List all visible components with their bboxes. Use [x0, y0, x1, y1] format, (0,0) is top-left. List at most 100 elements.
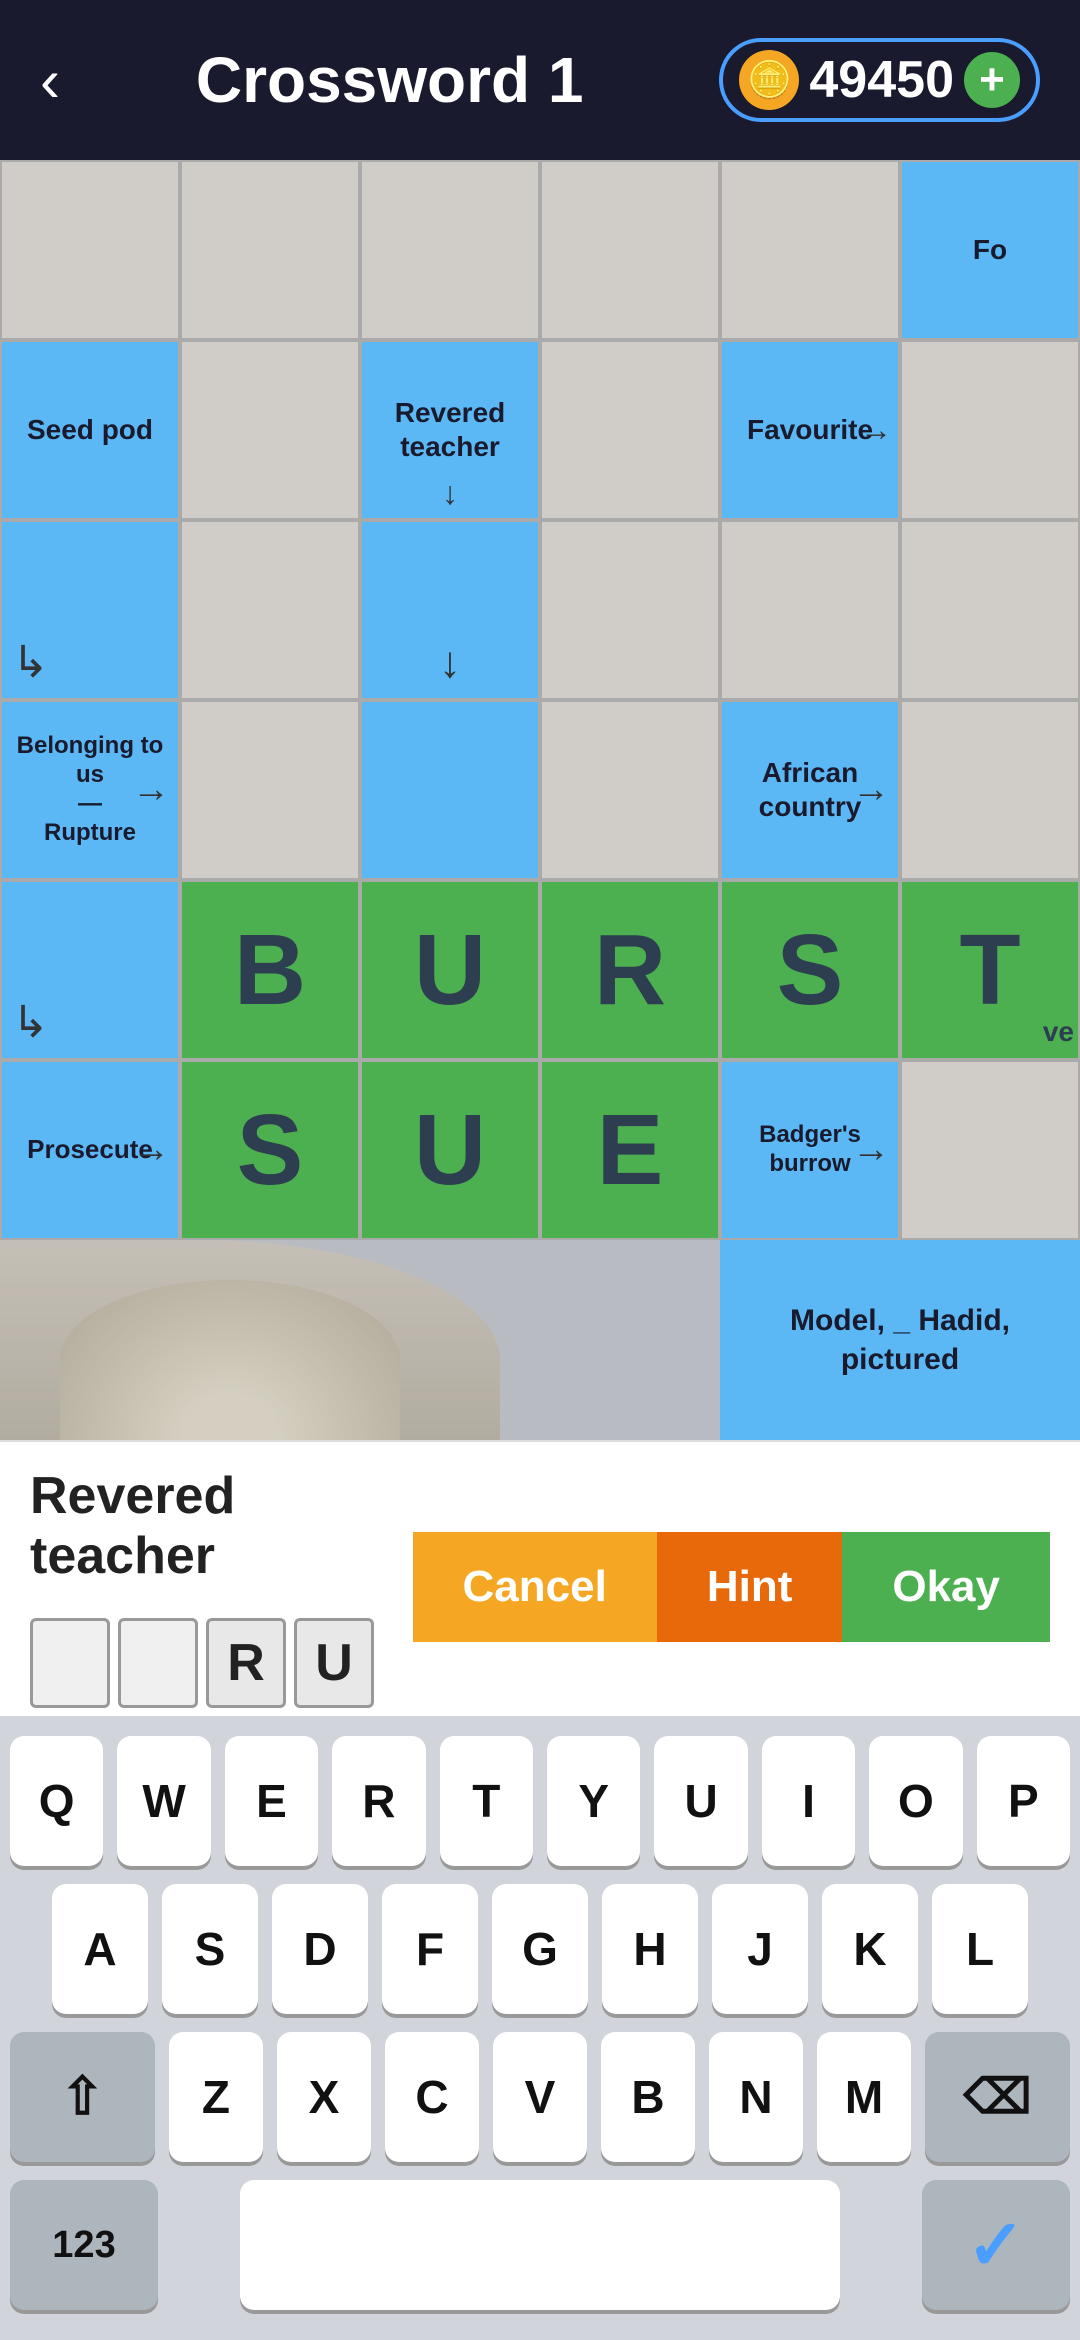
- coin-icon: 🪙: [739, 50, 799, 110]
- key-I[interactable]: I: [762, 1736, 855, 1866]
- cell-4-3[interactable]: R: [540, 880, 720, 1060]
- answer-box-3[interactable]: R: [206, 1618, 286, 1708]
- cell-1-3: [540, 340, 720, 520]
- cell-5-3[interactable]: E: [540, 1060, 720, 1240]
- key-S[interactable]: S: [162, 1884, 258, 2014]
- cell-3-4[interactable]: African country →: [720, 700, 900, 880]
- crossword-grid: Fo Seed pod Revered teacher Favourite ↳ …: [0, 160, 1080, 1240]
- answer-box-1[interactable]: [30, 1618, 110, 1708]
- cell-1-2[interactable]: Revered teacher: [360, 340, 540, 520]
- back-button[interactable]: ‹: [40, 46, 60, 115]
- answer-box-4[interactable]: U: [294, 1618, 374, 1708]
- cell-4-2[interactable]: U: [360, 880, 540, 1060]
- cell-2-1: [180, 520, 360, 700]
- backspace-key[interactable]: ⌫: [925, 2032, 1070, 2162]
- cell-4-0[interactable]: ↳: [0, 880, 180, 1060]
- hint-button[interactable]: Hint: [657, 1532, 843, 1642]
- cancel-button[interactable]: Cancel: [413, 1532, 657, 1642]
- key-R[interactable]: R: [332, 1736, 425, 1866]
- model-clue-cell[interactable]: Model, _ Hadid, pictured: [720, 1240, 1080, 1440]
- cell-2-3: [540, 520, 720, 700]
- cell-3-0[interactable]: Belonging to us—Rupture →: [0, 700, 180, 880]
- key-Q[interactable]: Q: [10, 1736, 103, 1866]
- key-K[interactable]: K: [822, 1884, 918, 2014]
- cell-3-1: [180, 700, 360, 880]
- cell-0-1: [180, 160, 360, 340]
- key-C[interactable]: C: [385, 2032, 479, 2162]
- cell-2-2[interactable]: ↓: [360, 520, 540, 700]
- cell-0-2: [360, 160, 540, 340]
- keyboard-row-1: Q W E R T Y U I O P: [10, 1736, 1070, 1866]
- cell-0-5[interactable]: Fo: [900, 160, 1080, 340]
- key-123[interactable]: 123: [10, 2180, 158, 2310]
- cell-1-0[interactable]: Seed pod: [0, 340, 180, 520]
- cell-3-5: [900, 700, 1080, 880]
- cell-3-3: [540, 700, 720, 880]
- letter-U: U: [414, 920, 486, 1020]
- cell-5-0[interactable]: Prosecute →: [0, 1060, 180, 1240]
- coin-badge: 🪙 49450 +: [719, 38, 1040, 122]
- key-H[interactable]: H: [602, 1884, 698, 2014]
- key-X[interactable]: X: [277, 2032, 371, 2162]
- key-G[interactable]: G: [492, 1884, 588, 2014]
- coin-amount: 49450: [809, 50, 954, 110]
- done-key[interactable]: ✓: [922, 2180, 1070, 2310]
- key-T[interactable]: T: [440, 1736, 533, 1866]
- keyboard-row-4: 123 ✓: [10, 2180, 1070, 2310]
- keyboard-row-2: A S D F G H J K L: [10, 1884, 1070, 2014]
- checkmark-icon: ✓: [967, 2204, 1026, 2286]
- clue-action-buttons: Cancel Hint Okay: [413, 1532, 1050, 1642]
- key-P[interactable]: P: [977, 1736, 1070, 1866]
- key-U[interactable]: U: [654, 1736, 747, 1866]
- answer-box-2[interactable]: [118, 1618, 198, 1708]
- letter-T: T: [959, 920, 1020, 1020]
- letter-S: S: [777, 920, 844, 1020]
- active-clue-text: Revered teacher: [30, 1466, 393, 1586]
- cell-2-5: [900, 520, 1080, 700]
- cell-0-3: [540, 160, 720, 340]
- cell-1-4[interactable]: Favourite: [720, 340, 900, 520]
- key-N[interactable]: N: [709, 2032, 803, 2162]
- add-coins-button[interactable]: +: [964, 52, 1020, 108]
- cell-5-2[interactable]: U: [360, 1060, 540, 1240]
- clue-favourite: Favourite: [741, 407, 879, 453]
- keyboard: Q W E R T Y U I O P A S D F G H J K L ⇧ …: [0, 1716, 1080, 2340]
- letter-B: B: [234, 920, 306, 1020]
- clue-seed-pod: Seed pod: [21, 407, 159, 453]
- key-E[interactable]: E: [225, 1736, 318, 1866]
- key-F[interactable]: F: [382, 1884, 478, 2014]
- cell-5-5: [900, 1060, 1080, 1240]
- cell-2-0[interactable]: ↳: [0, 520, 180, 700]
- key-D[interactable]: D: [272, 1884, 368, 2014]
- shift-key[interactable]: ⇧: [10, 2032, 155, 2162]
- key-L[interactable]: L: [932, 1884, 1028, 2014]
- key-M[interactable]: M: [817, 2032, 911, 2162]
- photo-area: Model, _ Hadid, pictured: [0, 1240, 1080, 1440]
- cell-5-1[interactable]: S: [180, 1060, 360, 1240]
- clue-revered-teacher: Revered teacher: [362, 390, 538, 469]
- cell-3-2[interactable]: [360, 700, 540, 880]
- cell-4-4[interactable]: S: [720, 880, 900, 1060]
- answer-boxes: R U: [30, 1618, 393, 1708]
- cell-4-5[interactable]: T ve: [900, 880, 1080, 1060]
- cell-4-1[interactable]: B: [180, 880, 360, 1060]
- page-title: Crossword 1: [196, 43, 584, 117]
- key-W[interactable]: W: [117, 1736, 210, 1866]
- cell-1-5: [900, 340, 1080, 520]
- key-O[interactable]: O: [869, 1736, 962, 1866]
- letter-S2: S: [237, 1100, 304, 1200]
- key-J[interactable]: J: [712, 1884, 808, 2014]
- key-V[interactable]: V: [493, 2032, 587, 2162]
- okay-button[interactable]: Okay: [842, 1532, 1050, 1642]
- clue-text: Fo: [967, 227, 1013, 273]
- cell-1-1: [180, 340, 360, 520]
- space-key[interactable]: [240, 2180, 840, 2310]
- key-Z[interactable]: Z: [169, 2032, 263, 2162]
- cell-0-0: [0, 160, 180, 340]
- key-Y[interactable]: Y: [547, 1736, 640, 1866]
- cell-5-4[interactable]: Badger's burrow →: [720, 1060, 900, 1240]
- key-A[interactable]: A: [52, 1884, 148, 2014]
- keyboard-row-3: ⇧ Z X C V B N M ⌫: [10, 2032, 1070, 2162]
- letter-U2: U: [414, 1100, 486, 1200]
- key-B[interactable]: B: [601, 2032, 695, 2162]
